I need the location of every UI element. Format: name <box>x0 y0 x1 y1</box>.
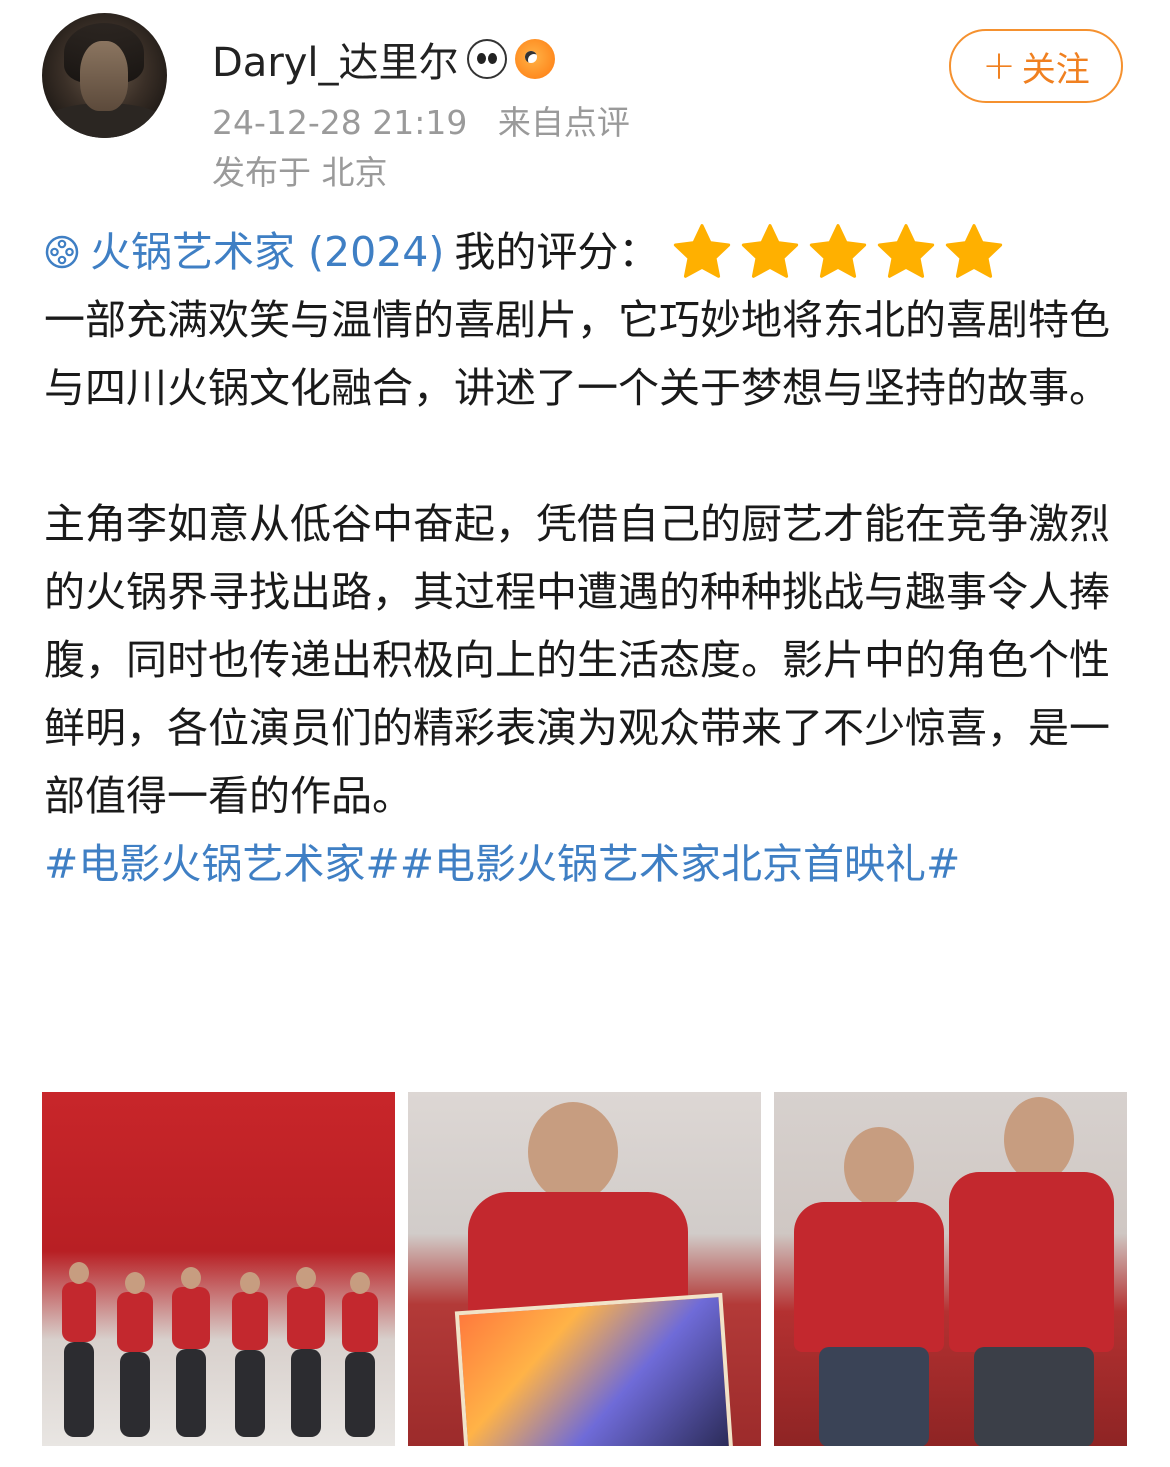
star-icon <box>674 224 731 278</box>
post-content: 火锅艺术家 (2024) 我的评分： 一部充满欢笑与温情的喜剧片，它巧妙地将东北… <box>44 218 1130 898</box>
panda-badge-icon <box>466 39 507 79</box>
star-icon <box>810 224 867 278</box>
rating-label: 我的评分： <box>454 228 660 276</box>
username[interactable]: Daryl_达里尔 <box>212 30 555 88</box>
follow-button[interactable]: + 关注 <box>949 29 1123 103</box>
star-icon <box>742 224 799 278</box>
plus-icon: + <box>982 43 1016 89</box>
actor-with-poster-photo[interactable] <box>408 1092 761 1446</box>
two-actors-photo[interactable] <box>774 1092 1127 1446</box>
review-paragraph-2: 主角李如意从低谷中奋起，凭借自己的厨艺才能在竞争激烈的火锅界寻找出路，其过程中遭… <box>44 500 1110 820</box>
movie-title: 火锅艺术家 (2024) <box>90 228 445 276</box>
avatar[interactable] <box>42 13 167 138</box>
post-meta: 24-12-28 21:19 来自点评 <box>212 96 650 144</box>
username-text[interactable]: Daryl_达里尔 <box>212 30 459 88</box>
fish-badge-icon <box>514 39 555 79</box>
rating-line: 火锅艺术家 (2024) 我的评分： <box>44 218 1130 286</box>
star-icon <box>946 224 1003 278</box>
follow-label: 关注 <box>1021 49 1090 90</box>
film-reel-icon <box>45 235 79 269</box>
star-icon <box>878 224 935 278</box>
premiere-stage-photo[interactable] <box>42 1092 395 1446</box>
review-paragraph-1: 一部充满欢笑与温情的喜剧片，它巧妙地将东北的喜剧特色与四川火锅文化融合，讲述了一… <box>44 296 1110 412</box>
rating-stars <box>671 221 1005 283</box>
post-timestamp: 24-12-28 21:19 <box>212 103 468 142</box>
post-location: 发布于 北京 <box>212 153 388 192</box>
hashtags[interactable]: #电影火锅艺术家##电影火锅艺术家北京首映礼# <box>44 830 1130 898</box>
post-source: 来自点评 <box>497 103 630 142</box>
photo-grid <box>42 1092 1128 1446</box>
movie-link[interactable]: 火锅艺术家 (2024) <box>44 218 444 286</box>
